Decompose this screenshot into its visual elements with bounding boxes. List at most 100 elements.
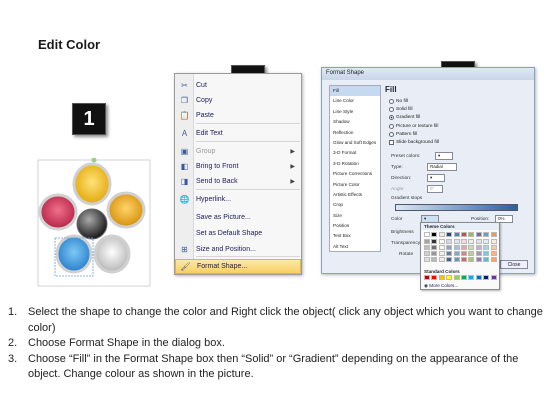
category-text-box[interactable]: Text Box	[330, 231, 380, 241]
category-picture-color[interactable]: Picture Color	[330, 180, 380, 190]
menu-item-save-as-picture[interactable]: Save as Picture...	[175, 210, 301, 225]
close-button[interactable]: Close	[500, 260, 528, 269]
radio-button[interactable]	[389, 123, 394, 129]
theme-color-swatch[interactable]	[446, 251, 453, 256]
theme-color-swatch[interactable]	[424, 239, 430, 244]
theme-color-swatch[interactable]	[431, 245, 438, 250]
menu-item-copy[interactable]: ❐ Copy	[175, 93, 301, 108]
theme-color-swatch[interactable]	[438, 257, 445, 262]
theme-color-swatch[interactable]	[490, 257, 497, 262]
theme-color-swatch[interactable]	[461, 239, 467, 244]
menu-item-hyperlink[interactable]: 🌐 Hyperlink...	[175, 192, 301, 207]
theme-color-swatch[interactable]	[468, 251, 475, 256]
standard-color-swatch[interactable]	[431, 275, 438, 280]
theme-color-swatch[interactable]	[461, 257, 467, 262]
menu-item-send-to-back[interactable]: ◨ Send to Back ▶	[175, 174, 301, 189]
theme-color-swatch[interactable]	[490, 251, 497, 256]
category-crop[interactable]: Crop	[330, 200, 380, 210]
menu-item-bring-to-front[interactable]: ◧ Bring to Front ▶	[175, 159, 301, 174]
theme-color-swatch[interactable]	[490, 232, 497, 237]
standard-color-swatch[interactable]	[475, 275, 482, 280]
standard-color-swatch[interactable]	[461, 275, 467, 280]
theme-color-swatch[interactable]	[475, 257, 482, 262]
category-reflection[interactable]: Reflection	[330, 128, 380, 138]
theme-color-swatch[interactable]	[453, 251, 460, 256]
more-colors-link[interactable]: ◉ More Colors...	[424, 283, 458, 289]
theme-color-swatch[interactable]	[438, 251, 445, 256]
standard-color-swatch[interactable]	[424, 275, 430, 280]
theme-color-swatch[interactable]	[431, 251, 438, 256]
option-solid-fill[interactable]: Solid fill	[389, 107, 413, 113]
menu-item-edit-text[interactable]: A Edit Text	[175, 126, 301, 141]
theme-color-swatch[interactable]	[483, 245, 490, 250]
category-size[interactable]: Size	[330, 211, 380, 221]
theme-color-swatch[interactable]	[475, 232, 482, 237]
category-glow-and-soft-edges[interactable]: Glow and Soft Edges	[330, 138, 380, 148]
theme-color-swatch[interactable]	[446, 239, 453, 244]
theme-color-swatch[interactable]	[483, 251, 490, 256]
theme-color-swatch[interactable]	[475, 245, 482, 250]
theme-color-swatch[interactable]	[446, 232, 453, 237]
theme-color-swatch[interactable]	[424, 245, 430, 250]
standard-color-swatch[interactable]	[453, 275, 460, 280]
standard-color-swatch[interactable]	[446, 275, 453, 280]
theme-color-swatch[interactable]	[461, 232, 467, 237]
option-pattern-fill[interactable]: Pattern fill	[389, 131, 417, 137]
option-gradient-fill[interactable]: Gradient fill	[389, 115, 420, 121]
checkbox[interactable]	[389, 140, 394, 145]
theme-color-swatch[interactable]	[424, 232, 430, 237]
theme-color-swatch[interactable]	[468, 232, 475, 237]
radio-button[interactable]	[389, 107, 394, 113]
menu-item-paste[interactable]: 📋 Paste	[175, 108, 301, 123]
theme-color-swatch[interactable]	[431, 257, 438, 262]
theme-color-swatch[interactable]	[461, 251, 467, 256]
radio-button[interactable]	[389, 99, 394, 104]
option-slide-background-fill[interactable]: Slide background fill	[389, 140, 439, 145]
theme-color-swatch[interactable]	[475, 251, 482, 256]
menu-item-format-shape[interactable]: 🖌 Format Shape...	[175, 259, 301, 274]
theme-color-swatch[interactable]	[453, 257, 460, 262]
theme-color-swatch[interactable]	[475, 239, 482, 244]
theme-color-swatch[interactable]	[490, 239, 497, 244]
theme-color-swatch[interactable]	[468, 245, 475, 250]
theme-color-swatch[interactable]	[438, 245, 445, 250]
theme-color-swatch[interactable]	[483, 239, 490, 244]
category-fill[interactable]: Fill	[330, 86, 380, 97]
theme-color-swatch[interactable]	[424, 251, 430, 256]
menu-item-size-and-position[interactable]: ⊞ Size and Position...	[175, 242, 301, 257]
theme-color-swatch[interactable]	[431, 239, 438, 244]
theme-color-swatch[interactable]	[438, 239, 445, 244]
standard-color-swatch[interactable]	[490, 275, 497, 280]
theme-color-swatch[interactable]	[468, 239, 475, 244]
angle-field[interactable]: 0°	[427, 185, 443, 193]
theme-color-swatch[interactable]	[446, 245, 453, 250]
radio-button[interactable]	[389, 115, 394, 121]
category-line-style[interactable]: Line Style	[330, 107, 380, 117]
theme-color-swatch[interactable]	[446, 257, 453, 262]
petal-shape-diagram[interactable]	[30, 158, 154, 290]
menu-item-group[interactable]: ▣ Group ▶	[175, 144, 301, 159]
theme-color-swatch[interactable]	[468, 257, 475, 262]
radio-button[interactable]	[389, 131, 394, 137]
category-shadow[interactable]: Shadow	[330, 117, 380, 127]
menu-item-cut[interactable]: ✂ Cut	[175, 78, 301, 93]
theme-color-swatch[interactable]	[483, 257, 490, 262]
theme-color-swatch[interactable]	[490, 245, 497, 250]
theme-color-swatch[interactable]	[424, 257, 430, 262]
category-line-color[interactable]: Line Color	[330, 96, 380, 106]
theme-color-swatch[interactable]	[453, 239, 460, 244]
theme-color-swatch[interactable]	[453, 232, 460, 237]
category-picture-corrections[interactable]: Picture Corrections	[330, 169, 380, 179]
type-dropdown[interactable]: Radial	[427, 163, 457, 171]
direction-dropdown[interactable]: ▾	[427, 174, 445, 182]
standard-color-swatch[interactable]	[468, 275, 475, 280]
theme-color-swatch[interactable]	[483, 232, 490, 237]
theme-color-swatch[interactable]	[438, 232, 445, 237]
category-alt-text[interactable]: Alt Text	[330, 242, 380, 252]
preset-colors-dropdown[interactable]: ▾	[435, 152, 453, 160]
category-artistic-effects[interactable]: Artistic Effects	[330, 190, 380, 200]
standard-color-swatch[interactable]	[483, 275, 490, 280]
theme-color-swatch[interactable]	[453, 245, 460, 250]
standard-color-swatch[interactable]	[438, 275, 445, 280]
option-no-fill[interactable]: No fill	[389, 99, 408, 104]
